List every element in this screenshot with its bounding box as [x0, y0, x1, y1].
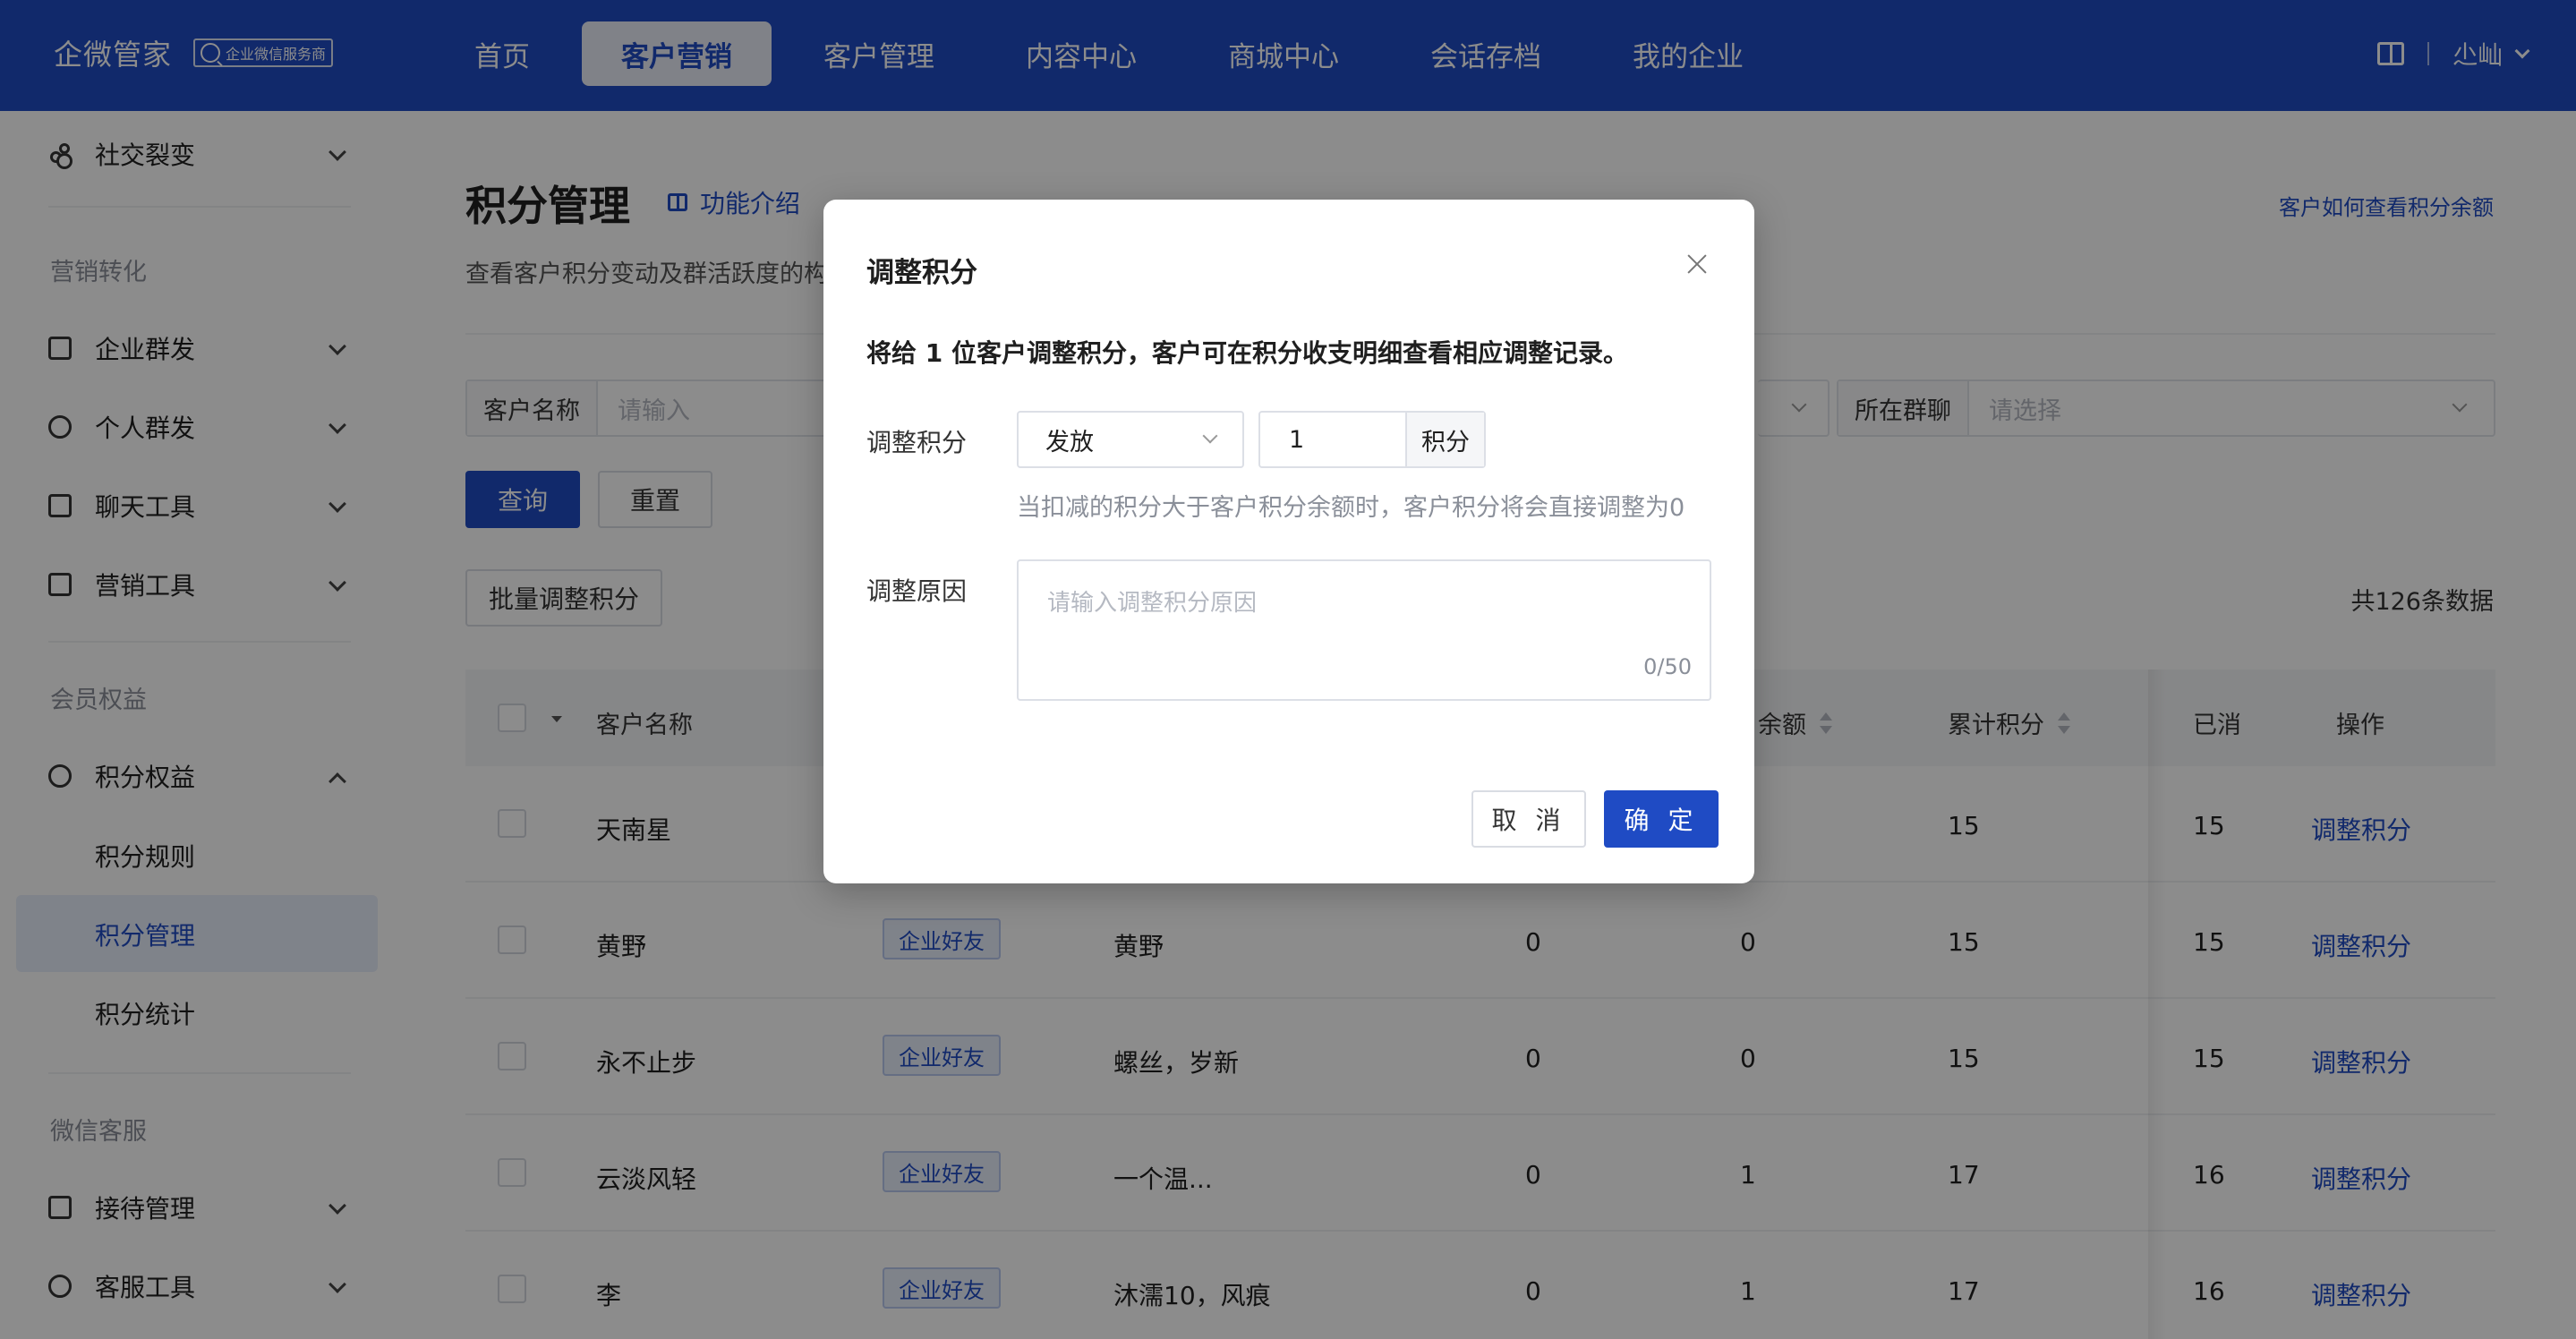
adjust-type-value: 发放 — [1045, 428, 1094, 456]
reason-label: 调整原因 — [866, 576, 968, 606]
reason-char-count: 0/50 — [1643, 654, 1692, 679]
adjust-type-select[interactable]: 发放 — [1017, 411, 1244, 468]
adjust-hint: 当扣减的积分大于客户积分余额时，客户积分将会直接调整为0 — [1017, 494, 1685, 522]
chevron-down-icon — [1202, 428, 1218, 444]
confirm-button[interactable]: 确 定 — [1604, 790, 1719, 848]
cancel-button[interactable]: 取 消 — [1471, 790, 1586, 848]
reason-placeholder: 请输入调整积分原因 — [1047, 590, 1258, 617]
points-amount-field: 1 积分 — [1258, 411, 1486, 468]
dialog-title: 调整积分 — [866, 257, 977, 289]
reason-textarea[interactable]: 请输入调整积分原因 0/50 — [1017, 559, 1711, 701]
dialog-tip: 将给 1 位客户调整积分，客户可在积分收支明细查看相应调整记录。 — [866, 338, 1628, 368]
points-amount-input[interactable]: 1 — [1260, 426, 1405, 454]
adjust-points-label: 调整积分 — [866, 428, 968, 457]
adjust-points-dialog: 调整积分 将给 1 位客户调整积分，客户可在积分收支明细查看相应调整记录。 调整… — [823, 200, 1754, 883]
close-icon[interactable] — [1685, 252, 1710, 277]
points-suffix: 积分 — [1405, 413, 1484, 466]
